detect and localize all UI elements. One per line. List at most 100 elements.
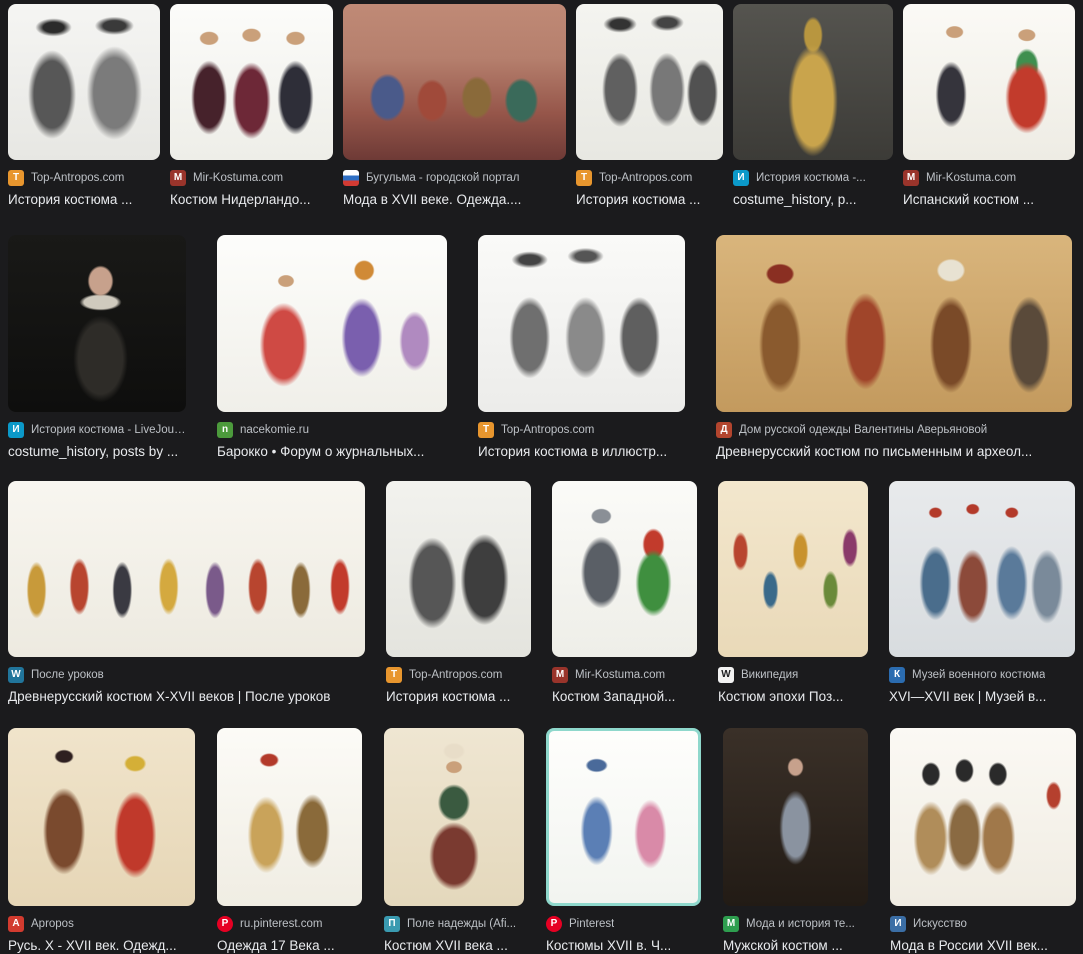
result-thumbnail[interactable] xyxy=(386,481,531,657)
source-name: Pinterest xyxy=(569,918,615,930)
image-result-card: Т Top-Antropos.com История костюма ... xyxy=(576,4,723,208)
image-result-card: n nacekomie.ru Барокко • Форум о журналь… xyxy=(217,235,447,460)
result-title-link[interactable]: costume_history, p... xyxy=(733,191,893,208)
result-thumbnail[interactable] xyxy=(343,4,566,160)
source-name: Бугульма - городской портал xyxy=(366,172,520,184)
result-title-link[interactable]: Мужской костюм ... xyxy=(723,937,868,954)
image-result-card: Т Top-Antropos.com История костюма в илл… xyxy=(478,235,685,460)
result-title-link[interactable]: Костюм Западной... xyxy=(552,688,697,705)
result-title-link[interactable]: Древнерусский костюм X-XVII веков | Посл… xyxy=(8,688,365,705)
result-source-link[interactable]: М Мода и история те... xyxy=(723,916,868,932)
result-thumbnail[interactable] xyxy=(889,481,1075,657)
result-source-link[interactable]: Т Top-Antropos.com xyxy=(386,667,531,683)
result-thumbnail[interactable] xyxy=(733,4,893,160)
result-thumbnail[interactable] xyxy=(170,4,333,160)
result-source-link[interactable]: W Википедия xyxy=(718,667,868,683)
image-result-card: К Музей военного костюма XVI—XVII век | … xyxy=(889,481,1075,705)
image-result-card: Д Дом русской одежды Валентины Аверьянов… xyxy=(716,235,1072,460)
image-result-card: Т Top-Antropos.com История костюма ... xyxy=(8,4,160,208)
image-results-grid: Т Top-Antropos.com История костюма ... М… xyxy=(0,0,1083,954)
result-title-link[interactable]: Древнерусский костюм по письменным и арх… xyxy=(716,443,1072,460)
result-title-link[interactable]: История костюма ... xyxy=(8,191,160,208)
favicon-pole-nadezhdy-icon: П xyxy=(384,916,400,932)
result-source-link[interactable]: Т Top-Antropos.com xyxy=(8,170,160,186)
result-title-link[interactable]: Одежда 17 Века ... xyxy=(217,937,362,954)
image-result-card: И Искусство Мода в России XVII век... xyxy=(890,728,1076,954)
favicon-mir-kostuma-icon: М xyxy=(170,170,186,186)
result-thumbnail[interactable] xyxy=(8,4,160,160)
result-title-link[interactable]: XVI—XVII век | Музей в... xyxy=(889,688,1075,705)
result-thumbnail[interactable] xyxy=(903,4,1075,160)
image-result-card: Бугульма - городской портал Мода в XVII … xyxy=(343,4,566,208)
source-name: Mir-Kostuma.com xyxy=(193,172,284,184)
result-thumbnail[interactable] xyxy=(478,235,685,412)
source-name: Дом русской одежды Валентины Аверьяновой xyxy=(739,424,988,436)
result-source-link[interactable]: P ru.pinterest.com xyxy=(217,916,362,932)
result-thumbnail[interactable] xyxy=(718,481,868,657)
source-name: Top-Antropos.com xyxy=(409,669,503,681)
result-title-link[interactable]: Мода в XVII веке. Одежда.... xyxy=(343,191,566,208)
result-title-link[interactable]: История костюма в иллюстр... xyxy=(478,443,685,460)
image-result-card: М Mir-Kostuma.com Костюм Западной... xyxy=(552,481,697,705)
favicon-top-antropos-icon: Т xyxy=(386,667,402,683)
result-title-link[interactable]: Костюм XVII века ... xyxy=(384,937,524,954)
favicon-wikipedia-icon: W xyxy=(718,667,734,683)
source-name: После уроков xyxy=(31,669,104,681)
result-source-link[interactable]: Бугульма - городской портал xyxy=(343,170,566,186)
result-thumbnail[interactable] xyxy=(8,235,186,412)
source-name: Мода и история те... xyxy=(746,918,855,930)
image-result-card: P Pinterest Костюмы XVII в. Ч... xyxy=(546,728,701,954)
favicon-pinterest-icon: P xyxy=(546,916,562,932)
result-title-link[interactable]: История костюма ... xyxy=(576,191,723,208)
result-source-link[interactable]: Т Top-Antropos.com xyxy=(576,170,723,186)
result-thumbnail[interactable] xyxy=(384,728,524,906)
result-thumbnail[interactable] xyxy=(890,728,1076,906)
result-thumbnail[interactable] xyxy=(716,235,1072,412)
result-source-link[interactable]: И История костюма - LiveJour... xyxy=(8,422,186,438)
result-source-link[interactable]: К Музей военного костюма xyxy=(889,667,1075,683)
favicon-mir-kostuma-icon: М xyxy=(903,170,919,186)
image-result-card: И История костюма -... costume_history, … xyxy=(733,4,893,208)
favicon-top-antropos-icon: Т xyxy=(8,170,24,186)
source-name: Поле надежды (Afi... xyxy=(407,918,517,930)
favicon-livejournal-icon: И xyxy=(733,170,749,186)
result-source-link[interactable]: Д Дом русской одежды Валентины Аверьянов… xyxy=(716,422,1072,438)
result-title-link[interactable]: Испанский костюм ... xyxy=(903,191,1075,208)
result-thumbnail[interactable] xyxy=(217,728,362,906)
source-name: Музей военного костюма xyxy=(912,669,1046,681)
result-source-link[interactable]: W После уроков xyxy=(8,667,365,683)
result-source-link[interactable]: П Поле надежды (Afi... xyxy=(384,916,524,932)
result-source-link[interactable]: М Mir-Kostuma.com xyxy=(552,667,697,683)
favicon-nacekomie-icon: n xyxy=(217,422,233,438)
image-result-card: П Поле надежды (Afi... Костюм XVII века … xyxy=(384,728,524,954)
result-title-link[interactable]: costume_history, posts by ... xyxy=(8,443,186,460)
image-result-card: A Apropos Русь. X - XVII век. Одежд... xyxy=(8,728,195,954)
result-source-link[interactable]: И История костюма -... xyxy=(733,170,893,186)
favicon-dom-russkoy-odezhdy-icon: Д xyxy=(716,422,732,438)
result-thumbnail[interactable] xyxy=(552,481,697,657)
result-title-link[interactable]: Костюм Нидерландо... xyxy=(170,191,333,208)
result-thumbnail[interactable] xyxy=(576,4,723,160)
image-result-card: М Мода и история те... Мужской костюм ..… xyxy=(723,728,868,954)
result-title-link[interactable]: Русь. X - XVII век. Одежд... xyxy=(8,937,195,954)
result-title-link[interactable]: Костюмы XVII в. Ч... xyxy=(546,937,701,954)
source-name: Top-Antropos.com xyxy=(501,424,595,436)
result-source-link[interactable]: И Искусство xyxy=(890,916,1076,932)
source-name: Mir-Kostuma.com xyxy=(575,669,666,681)
result-source-link[interactable]: A Apropos xyxy=(8,916,195,932)
result-thumbnail[interactable] xyxy=(723,728,868,906)
result-source-link[interactable]: P Pinterest xyxy=(546,916,701,932)
result-title-link[interactable]: Мода в России XVII век... xyxy=(890,937,1076,954)
result-source-link[interactable]: Т Top-Antropos.com xyxy=(478,422,685,438)
favicon-iskusstvo-icon: И xyxy=(890,916,906,932)
result-thumbnail[interactable] xyxy=(546,728,701,906)
result-thumbnail[interactable] xyxy=(217,235,447,412)
result-title-link[interactable]: История костюма ... xyxy=(386,688,531,705)
result-thumbnail[interactable] xyxy=(8,728,195,906)
result-source-link[interactable]: n nacekomie.ru xyxy=(217,422,447,438)
result-source-link[interactable]: М Mir-Kostuma.com xyxy=(903,170,1075,186)
result-thumbnail[interactable] xyxy=(8,481,365,657)
result-title-link[interactable]: Барокко • Форум о журнальных... xyxy=(217,443,447,460)
result-source-link[interactable]: М Mir-Kostuma.com xyxy=(170,170,333,186)
result-title-link[interactable]: Костюм эпохи Поз... xyxy=(718,688,868,705)
